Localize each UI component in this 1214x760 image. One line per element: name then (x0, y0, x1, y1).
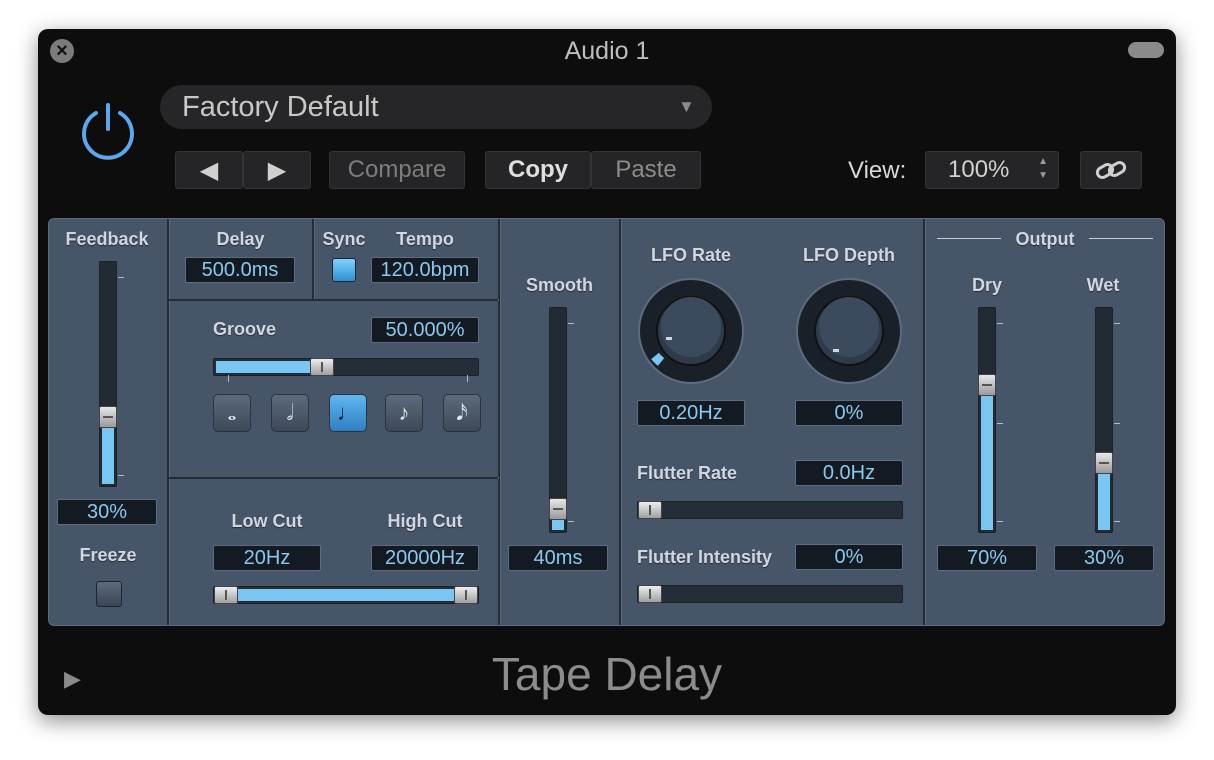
stepper-arrows-icon: ▲ ▼ (1038, 156, 1048, 181)
groove-label: Groove (213, 319, 277, 339)
output-label: Output (1015, 229, 1075, 249)
dry-label: Dry (971, 275, 1002, 295)
power-icon[interactable] (78, 99, 138, 161)
dry-slider[interactable] (978, 307, 996, 533)
tick (118, 277, 124, 278)
tempo-label: Tempo (396, 229, 454, 249)
view-zoom-stepper[interactable]: 100% ▲ ▼ (925, 151, 1059, 189)
divider (312, 219, 314, 299)
copy-button[interactable]: Copy (485, 151, 591, 189)
smooth-slider-thumb[interactable] (549, 498, 567, 520)
dry-fill (981, 392, 993, 530)
flutter-intensity-value[interactable]: 0% (795, 544, 903, 570)
delay-label: Delay (216, 229, 265, 249)
plugin-window: × Audio 1 Factory Default ▼ ◀ ▶ Compare … (38, 29, 1176, 715)
groove-slider[interactable] (213, 358, 479, 376)
tick (1114, 521, 1120, 522)
wet-slider-thumb[interactable] (1095, 452, 1113, 474)
cut-range-slider[interactable] (213, 586, 479, 604)
divider (619, 219, 621, 625)
view-zoom-value: 100% (948, 156, 1010, 183)
sync-checkbox[interactable] (332, 258, 356, 282)
feedback-label: Feedback (65, 229, 149, 249)
feedback-value[interactable]: 30% (57, 499, 157, 525)
sync-label: Sync (322, 229, 366, 249)
flutter-intensity-label: Flutter Intensity (637, 547, 773, 567)
freeze-label: Freeze (79, 545, 137, 565)
feedback-slider[interactable] (99, 261, 117, 487)
flutter-intensity-slider[interactable] (637, 585, 903, 603)
tick (568, 323, 574, 324)
flutter-rate-thumb[interactable] (638, 501, 662, 519)
eighth-note-button[interactable]: ♪ (385, 394, 423, 432)
flutter-rate-value[interactable]: 0.0Hz (795, 460, 903, 486)
next-preset-button[interactable]: ▶ (243, 151, 311, 189)
link-button[interactable] (1080, 151, 1142, 189)
groove-fill (216, 361, 323, 373)
flutter-intensity-thumb[interactable] (638, 585, 662, 603)
preset-menu[interactable]: Factory Default (160, 85, 712, 129)
smooth-label: Smooth (526, 275, 593, 295)
tempo-value[interactable]: 120.0bpm (371, 257, 479, 283)
tick (228, 375, 229, 382)
quarter-note-button[interactable]: ♩ (329, 394, 367, 432)
tick (118, 475, 124, 476)
tick (1114, 323, 1120, 324)
output-rule (1089, 238, 1153, 239)
tick (1114, 423, 1120, 424)
divider (169, 299, 498, 301)
prev-preset-button[interactable]: ◀ (175, 151, 243, 189)
lfo-depth-value[interactable]: 0% (795, 400, 903, 426)
paste-button[interactable]: Paste (591, 151, 701, 189)
lfo-rate-label: LFO Rate (650, 245, 731, 265)
groove-value[interactable]: 50.000% (371, 317, 479, 343)
low-cut-thumb[interactable] (214, 586, 238, 604)
wet-slider[interactable] (1095, 307, 1113, 533)
high-cut-thumb[interactable] (454, 586, 478, 604)
flutter-rate-slider[interactable] (637, 501, 903, 519)
smooth-slider[interactable] (549, 307, 567, 533)
wet-label: Wet (1086, 275, 1120, 295)
chevron-down-icon: ▼ (678, 97, 695, 116)
divider (167, 219, 169, 625)
preset-name: Factory Default (182, 91, 379, 123)
tick (568, 521, 574, 522)
tape-delay-panel: Feedback 30% Freeze Delay 500.0ms Sync T… (48, 218, 1165, 626)
half-note-button[interactable]: 𝅗𝅥 (271, 394, 309, 432)
dry-value[interactable]: 70% (937, 545, 1037, 571)
tick (997, 323, 1003, 324)
link-icon (1095, 161, 1127, 179)
whole-note-button[interactable]: 𝅝 (213, 394, 251, 432)
divider (169, 477, 498, 479)
low-cut-label: Low Cut (231, 511, 303, 531)
high-cut-label: High Cut (387, 511, 463, 531)
low-cut-value[interactable]: 20Hz (213, 545, 321, 571)
dry-slider-thumb[interactable] (978, 374, 996, 396)
sixteenth-note-button[interactable]: 𝅘𝅥𝅯 (443, 394, 481, 432)
tick (997, 423, 1003, 424)
plugin-name: Tape Delay (491, 648, 723, 700)
divider (923, 219, 925, 625)
smooth-value[interactable]: 40ms (508, 545, 608, 571)
groove-slider-thumb[interactable] (310, 358, 334, 376)
lfo-rate-knob[interactable] (637, 277, 745, 390)
high-cut-value[interactable]: 20000Hz (371, 545, 479, 571)
view-label: View: (848, 157, 907, 184)
compare-button[interactable]: Compare (329, 151, 465, 189)
feedback-slider-thumb[interactable] (99, 406, 117, 428)
freeze-checkbox[interactable] (96, 581, 122, 607)
tick (997, 521, 1003, 522)
lfo-depth-label: LFO Depth (803, 245, 895, 265)
wet-value[interactable]: 30% (1054, 545, 1154, 571)
lfo-rate-value[interactable]: 0.20Hz (637, 400, 745, 426)
feedback-fill (102, 424, 114, 484)
window-title: Audio 1 (564, 37, 650, 65)
cut-range-fill (236, 589, 458, 601)
flutter-rate-label: Flutter Rate (637, 463, 738, 483)
wet-fill (1098, 470, 1110, 530)
tick (467, 375, 468, 382)
delay-value[interactable]: 500.0ms (185, 257, 295, 283)
window-toolbar-pill[interactable] (1128, 42, 1164, 58)
lfo-depth-knob[interactable] (795, 277, 903, 390)
